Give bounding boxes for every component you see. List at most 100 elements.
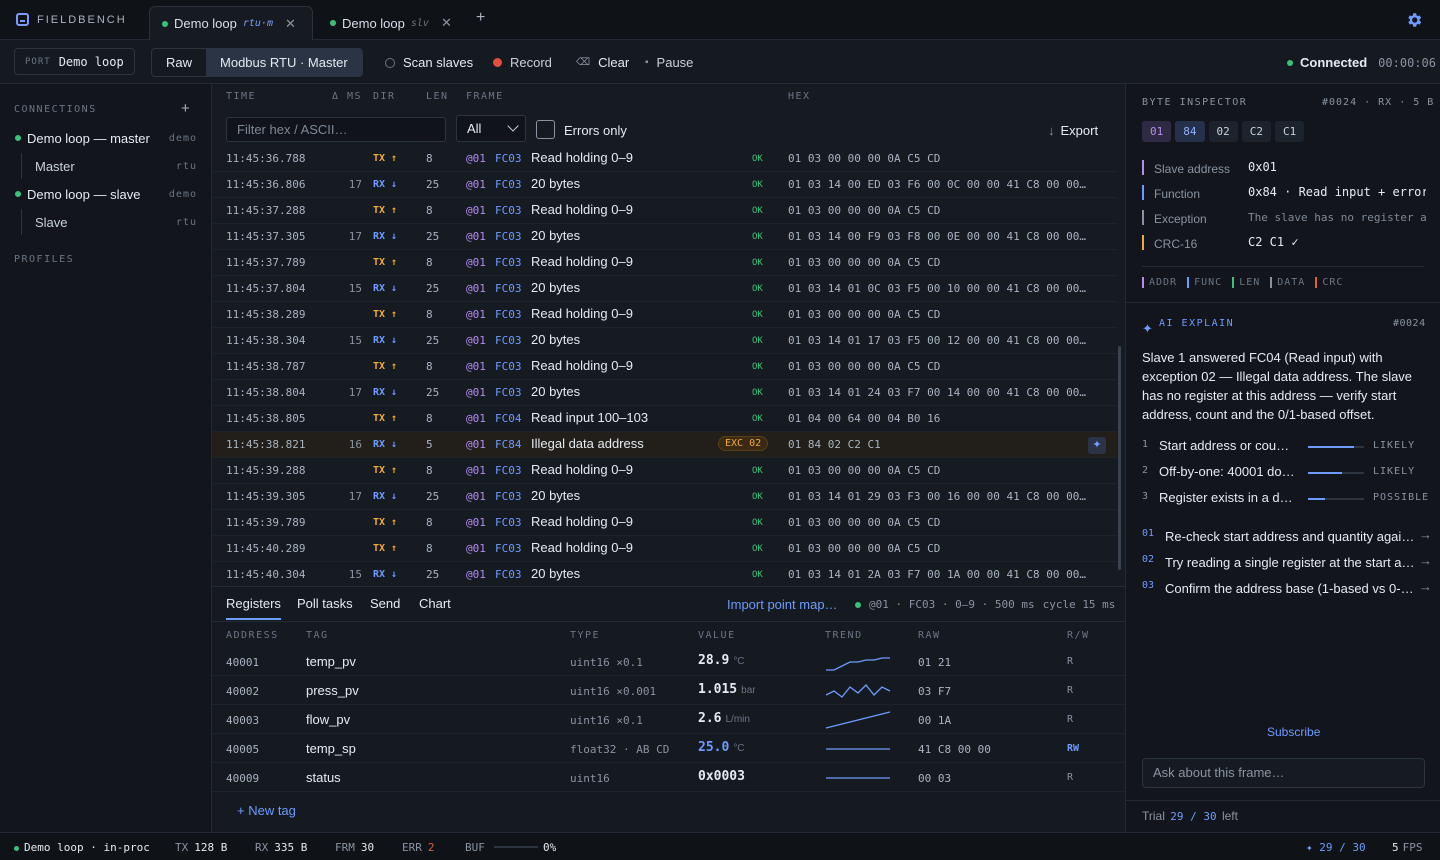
log-row[interactable]: 11:45:40.304 15 RX ↓ 25 @01 FC03 20 bytes OK 01 … — [212, 562, 1117, 584]
log-row[interactable]: 11:45:39.288 TX ↑ 8 @01 FC03 Read holding 0–9… — [212, 458, 1117, 484]
decoded-field[interactable]: CRC-16 C2 C1 ✓ — [1142, 232, 1432, 254]
log-row[interactable]: 11:45:37.305 17 RX ↓ 25 @01 FC03 20 bytes OK 01 … — [212, 224, 1117, 250]
sidebar-item-master-connection[interactable]: Demo loop — master demo — [0, 125, 211, 151]
byte-chip[interactable]: C1 — [1275, 121, 1305, 142]
col-value: VALUE — [698, 630, 736, 641]
value-unit: °C — [733, 656, 745, 667]
next-step-item[interactable]: 02 Try reading a single register at the s… — [1142, 553, 1432, 573]
row-length: 25 — [426, 178, 440, 191]
log-scrollbar[interactable] — [1118, 346, 1121, 570]
log-rows[interactable]: 11:45:36.788 TX ↑ 8 @01 FC03 Read holding 0–9… — [212, 152, 1125, 584]
hypothesis-item[interactable]: 3 Register exists in a different table POS… — [1142, 489, 1432, 509]
byte-chip[interactable]: 01 — [1142, 121, 1172, 142]
window-tab-master[interactable]: Demo loop rtu·m ✕ — [149, 6, 313, 40]
legend-item: ADDR — [1142, 277, 1177, 288]
mode-switch: Raw Modbus RTU · Master — [151, 48, 363, 77]
sidebar-item-slave-connection[interactable]: Demo loop — slave demo — [0, 181, 211, 207]
new-tab-plus-icon[interactable]: + — [476, 9, 485, 27]
register-address: 40001 — [226, 656, 260, 669]
row-function: FC03 — [495, 282, 522, 295]
byte-chip[interactable]: 84 — [1175, 121, 1205, 142]
log-row[interactable]: 11:45:38.289 TX ↑ 8 @01 FC03 Read holding 0–9… — [212, 302, 1117, 328]
row-description: Read holding 0–9 — [531, 152, 633, 165]
row-hex: 01 03 00 00 00 0A C5 CD — [788, 464, 941, 477]
close-tab-icon[interactable]: ✕ — [285, 16, 296, 32]
status-frames: FRM 30 — [335, 841, 374, 854]
row-length: 8 — [426, 542, 433, 555]
byte-chip[interactable]: 02 — [1208, 121, 1238, 142]
sidebar-item-slave[interactable]: Slave rtu — [0, 209, 211, 235]
row-length: 25 — [426, 282, 440, 295]
row-delta: 17 — [348, 490, 362, 503]
log-row[interactable]: 11:45:39.789 TX ↑ 8 @01 FC03 Read holding 0–9… — [212, 510, 1117, 536]
scan-label: Scan slaves — [403, 55, 474, 70]
hypothesis-item[interactable]: 1 Start address or count beyond range LIKE… — [1142, 437, 1432, 457]
row-time: 11:45:40.304 — [226, 568, 306, 581]
ai-explain-sparkle-icon[interactable]: ✦ — [1088, 437, 1106, 454]
decoded-field[interactable]: Function 0x84 · Read input + error — [1142, 182, 1432, 204]
row-direction: TX ↑ — [373, 309, 398, 320]
register-row[interactable]: 40001 temp_pv uint16 ×0.1 28.9 °C 01 21 R — [212, 647, 1125, 676]
subscribe-link[interactable]: Subscribe — [1267, 725, 1320, 739]
hypothesis-item[interactable]: 2 Off-by-one: 40001 documented vs 0 sent L… — [1142, 463, 1432, 483]
decoded-field[interactable]: Exception The slave has no register at — [1142, 207, 1432, 229]
port-selector[interactable]: PORT Demo loop — [14, 48, 135, 75]
log-row[interactable]: 11:45:37.804 15 RX ↓ 25 @01 FC03 20 bytes OK 01 … — [212, 276, 1117, 302]
scan-slaves-button[interactable]: Scan slaves — [385, 55, 473, 70]
register-row[interactable]: 40005 temp_sp float32 · AB CD 25.0 °C 41 C8 0… — [212, 734, 1125, 763]
register-row[interactable]: 40009 status uint16 0x0003 00 03 R — [212, 763, 1125, 792]
sidebar-item-master[interactable]: Master rtu — [0, 153, 211, 179]
confidence-fill — [1308, 498, 1325, 500]
log-row[interactable]: 11:45:36.806 17 RX ↓ 25 @01 FC03 20 bytes OK 01 … — [212, 172, 1117, 198]
register-row[interactable]: 40002 press_pv uint16 ×0.001 1.015 bar 03 F7 R — [212, 676, 1125, 705]
tab-poll-tasks[interactable]: Poll tasks — [297, 596, 353, 611]
window-tab-slave[interactable]: Demo loop slv ✕ — [318, 6, 466, 40]
arrow-right-icon: → — [1419, 579, 1432, 594]
record-button[interactable]: Record — [493, 55, 552, 70]
import-point-map-link[interactable]: Import point map… — [727, 597, 838, 612]
hypothesis-likelihood: LIKELY — [1373, 440, 1416, 451]
log-row[interactable]: 11:45:38.821 16 RX ↓ 5 @01 FC84 Illegal data a… — [212, 432, 1117, 458]
filter-input[interactable]: Filter hex / ASCII… — [226, 117, 446, 142]
row-status: OK — [752, 180, 763, 190]
tab-chart[interactable]: Chart — [419, 596, 451, 611]
value-number: 2.6 — [698, 711, 722, 726]
log-row[interactable]: 11:45:38.304 15 RX ↓ 25 @01 FC03 20 bytes OK 01 … — [212, 328, 1117, 354]
mode-raw-button[interactable]: Raw — [152, 49, 206, 76]
log-row[interactable]: 11:45:36.788 TX ↑ 8 @01 FC03 Read holding 0–9… — [212, 152, 1117, 172]
row-description: Read holding 0–9 — [531, 306, 633, 321]
next-step-item[interactable]: 03 Confirm the address base (1-based vs 0… — [1142, 579, 1432, 599]
ask-input[interactable]: Ask about this frame… — [1142, 758, 1425, 788]
row-status: OK — [752, 258, 763, 268]
row-time: 11:45:38.787 — [226, 360, 306, 373]
close-tab-icon[interactable]: ✕ — [441, 15, 452, 31]
add-connection-icon[interactable]: + — [181, 100, 190, 117]
direction-select[interactable]: All — [456, 115, 526, 142]
register-type: uint16 — [570, 772, 610, 785]
decoded-field[interactable]: Slave address 0x01 — [1142, 157, 1432, 179]
byte-chip[interactable]: C2 — [1241, 121, 1271, 142]
row-direction: RX ↓ — [373, 179, 398, 190]
log-row[interactable]: 11:45:38.805 TX ↑ 8 @01 FC04 Read input 100–1… — [212, 406, 1117, 432]
register-row[interactable]: 40003 flow_pv uint16 ×0.1 2.6 L/min 00 1A R — [212, 705, 1125, 734]
pause-button[interactable]: ▪ Pause — [645, 55, 693, 70]
tab-registers[interactable]: Registers — [226, 596, 281, 620]
log-row[interactable]: 11:45:38.787 TX ↑ 8 @01 FC03 Read holding 0–9… — [212, 354, 1117, 380]
log-row[interactable]: 11:45:39.305 17 RX ↓ 25 @01 FC03 20 bytes OK 01 … — [212, 484, 1117, 510]
clear-button[interactable]: ⌫ Clear — [576, 55, 629, 70]
mode-modbus-button[interactable]: Modbus RTU · Master — [206, 49, 362, 76]
register-type: uint16 ×0.1 — [570, 714, 643, 727]
new-tag-button[interactable]: + New tag — [237, 803, 296, 818]
log-row[interactable]: 11:45:37.288 TX ↑ 8 @01 FC03 Read holding 0–9… — [212, 198, 1117, 224]
hypothesis-likelihood: LIKELY — [1373, 466, 1416, 477]
row-address: @01 — [466, 308, 486, 321]
log-row[interactable]: 11:45:37.789 TX ↑ 8 @01 FC03 Read holding 0–9… — [212, 250, 1117, 276]
export-button[interactable]: ↓ Export — [1048, 123, 1098, 138]
errors-only-checkbox[interactable] — [536, 120, 555, 139]
col-type: TYPE — [570, 630, 601, 641]
settings-gear-icon[interactable] — [1405, 11, 1423, 29]
tab-send[interactable]: Send — [370, 596, 400, 611]
log-row[interactable]: 11:45:38.804 17 RX ↓ 25 @01 FC03 20 bytes OK 01 … — [212, 380, 1117, 406]
next-step-item[interactable]: 01 Re-check start address and quantity ag… — [1142, 527, 1432, 547]
log-row[interactable]: 11:45:40.289 TX ↑ 8 @01 FC03 Read holding 0–9… — [212, 536, 1117, 562]
